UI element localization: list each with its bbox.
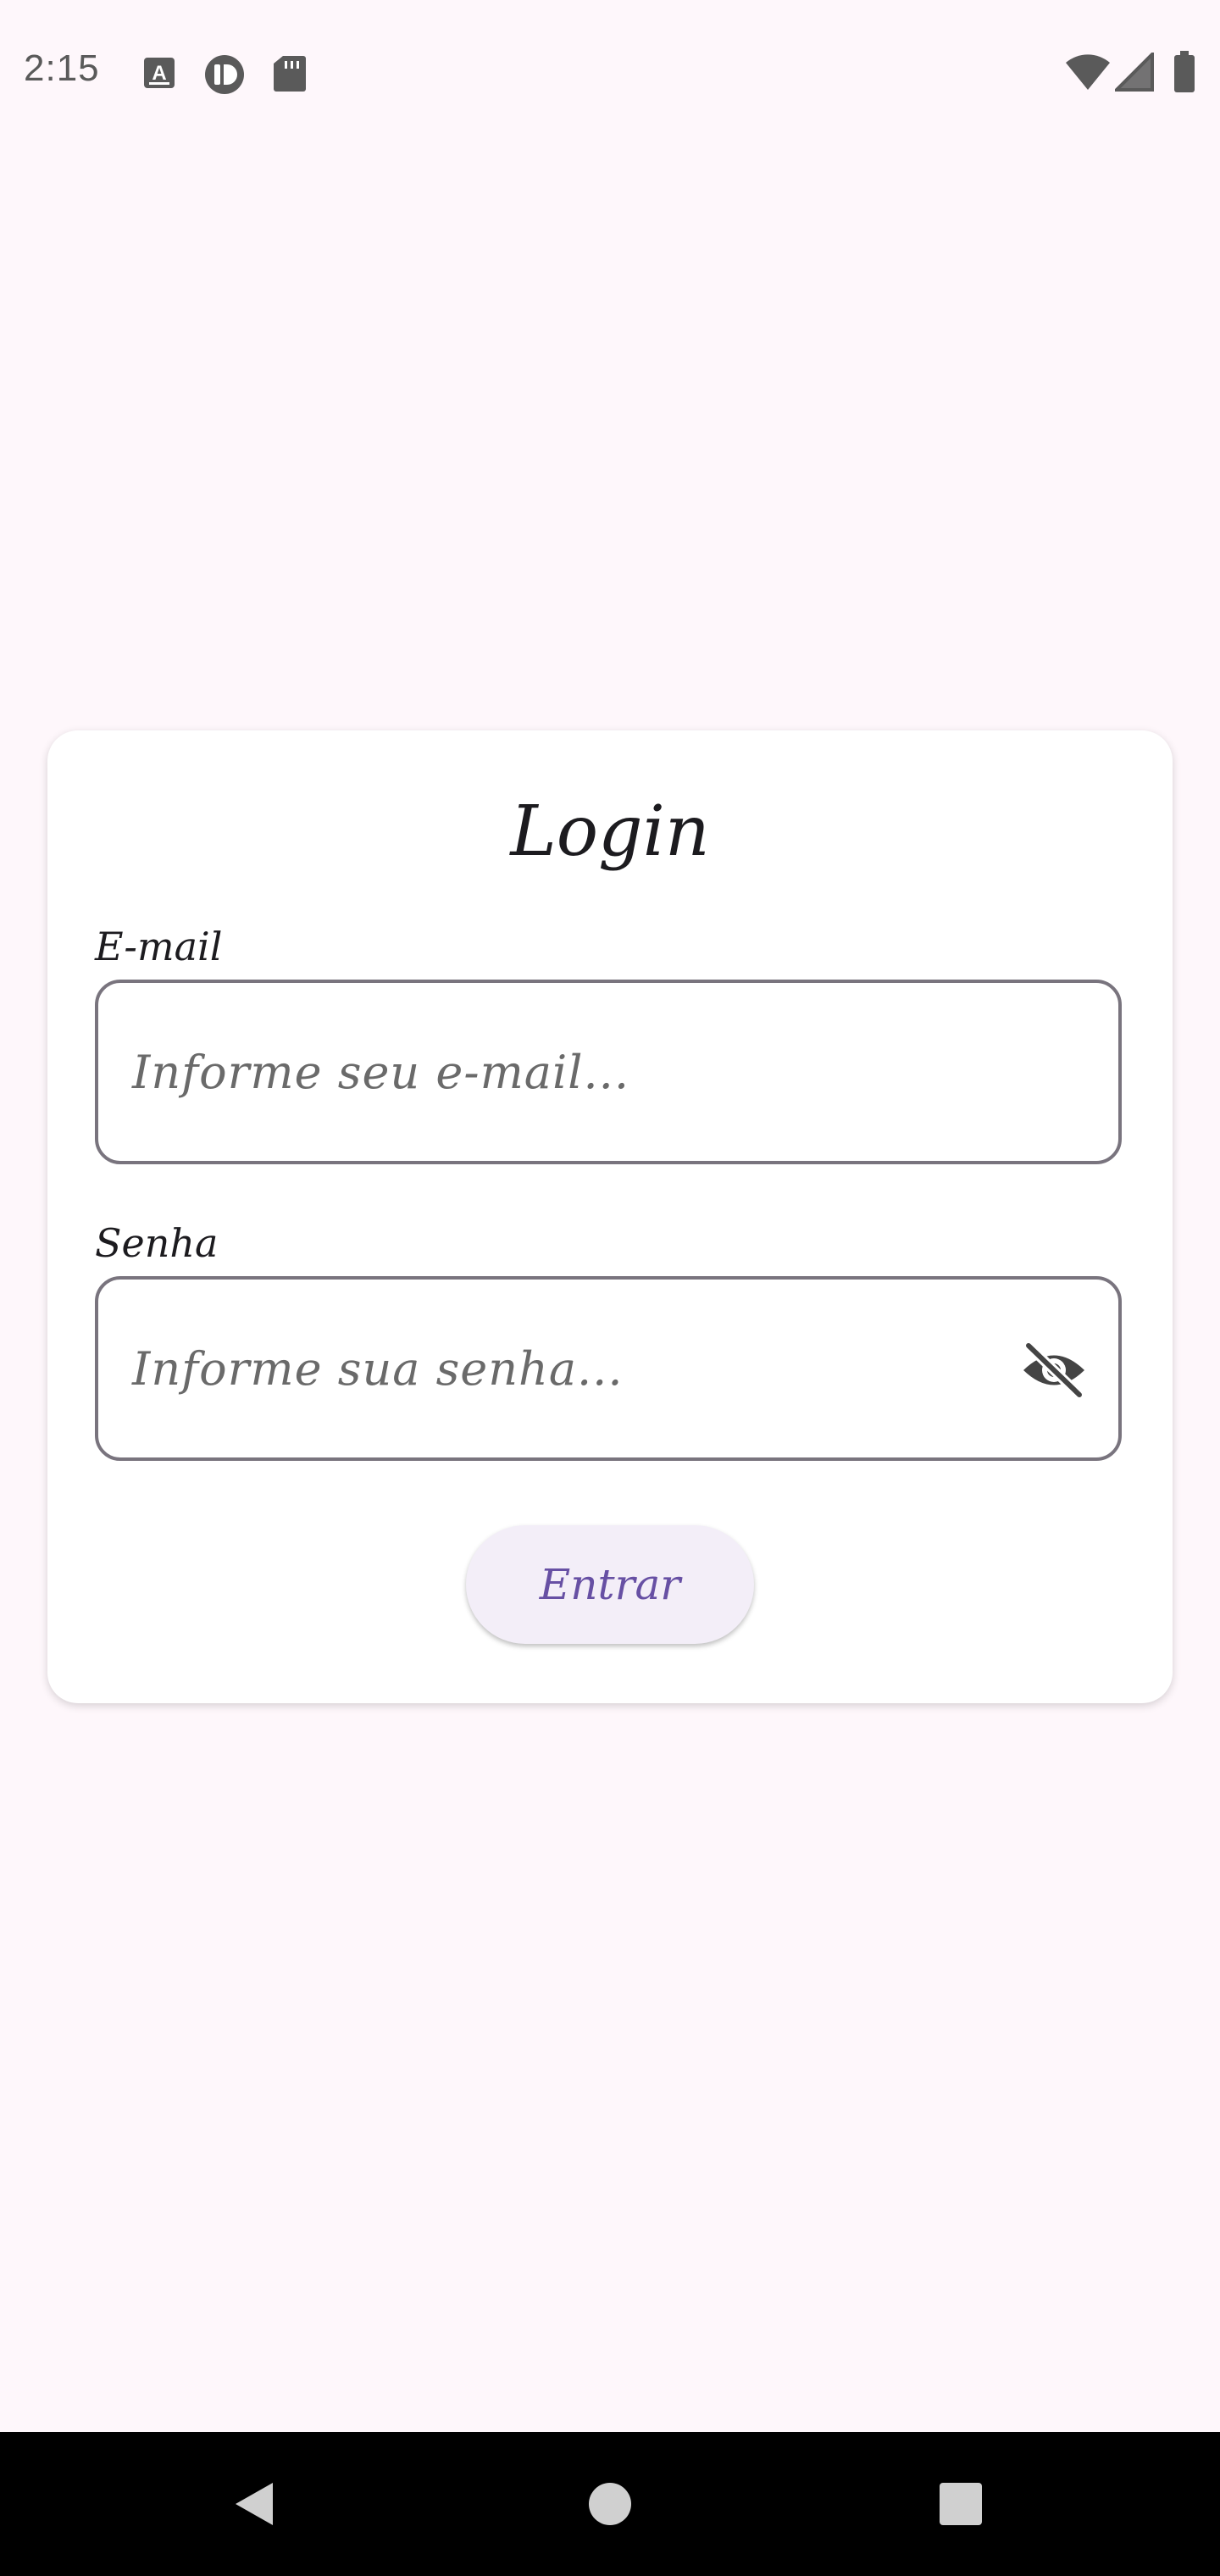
navigation-bar (0, 2432, 1220, 2576)
email-placeholder: Informe seu e-mail... (132, 1045, 629, 1099)
password-label: Senha (95, 1220, 219, 1266)
sd-card-icon (273, 54, 307, 97)
recents-button[interactable] (910, 2432, 1012, 2576)
email-label: E-mail (95, 924, 223, 969)
record-icon (203, 54, 246, 98)
home-button[interactable] (559, 2432, 661, 2576)
home-icon (589, 2483, 631, 2525)
password-placeholder: Informe sua senha... (132, 1341, 624, 1396)
status-time: 2:15 (24, 47, 100, 89)
login-title: Login (510, 791, 710, 872)
status-bar: 2:15 A (0, 0, 1220, 144)
back-icon (236, 2483, 273, 2525)
wifi-icon (1064, 53, 1112, 95)
back-button[interactable] (203, 2432, 305, 2576)
password-field[interactable]: Informe sua senha... (95, 1276, 1122, 1461)
signal-icon (1112, 50, 1154, 95)
recents-icon (940, 2483, 982, 2525)
keyboard-a-icon: A (142, 54, 176, 95)
login-button[interactable]: Entrar (466, 1525, 754, 1644)
battery-icon (1173, 51, 1196, 97)
email-field[interactable]: Informe seu e-mail... (95, 980, 1122, 1164)
login-card: Login E-mail Informe seu e-mail... Senha… (47, 730, 1173, 1703)
visibility-off-icon[interactable] (1020, 1341, 1088, 1400)
svg-text:A: A (152, 62, 166, 85)
